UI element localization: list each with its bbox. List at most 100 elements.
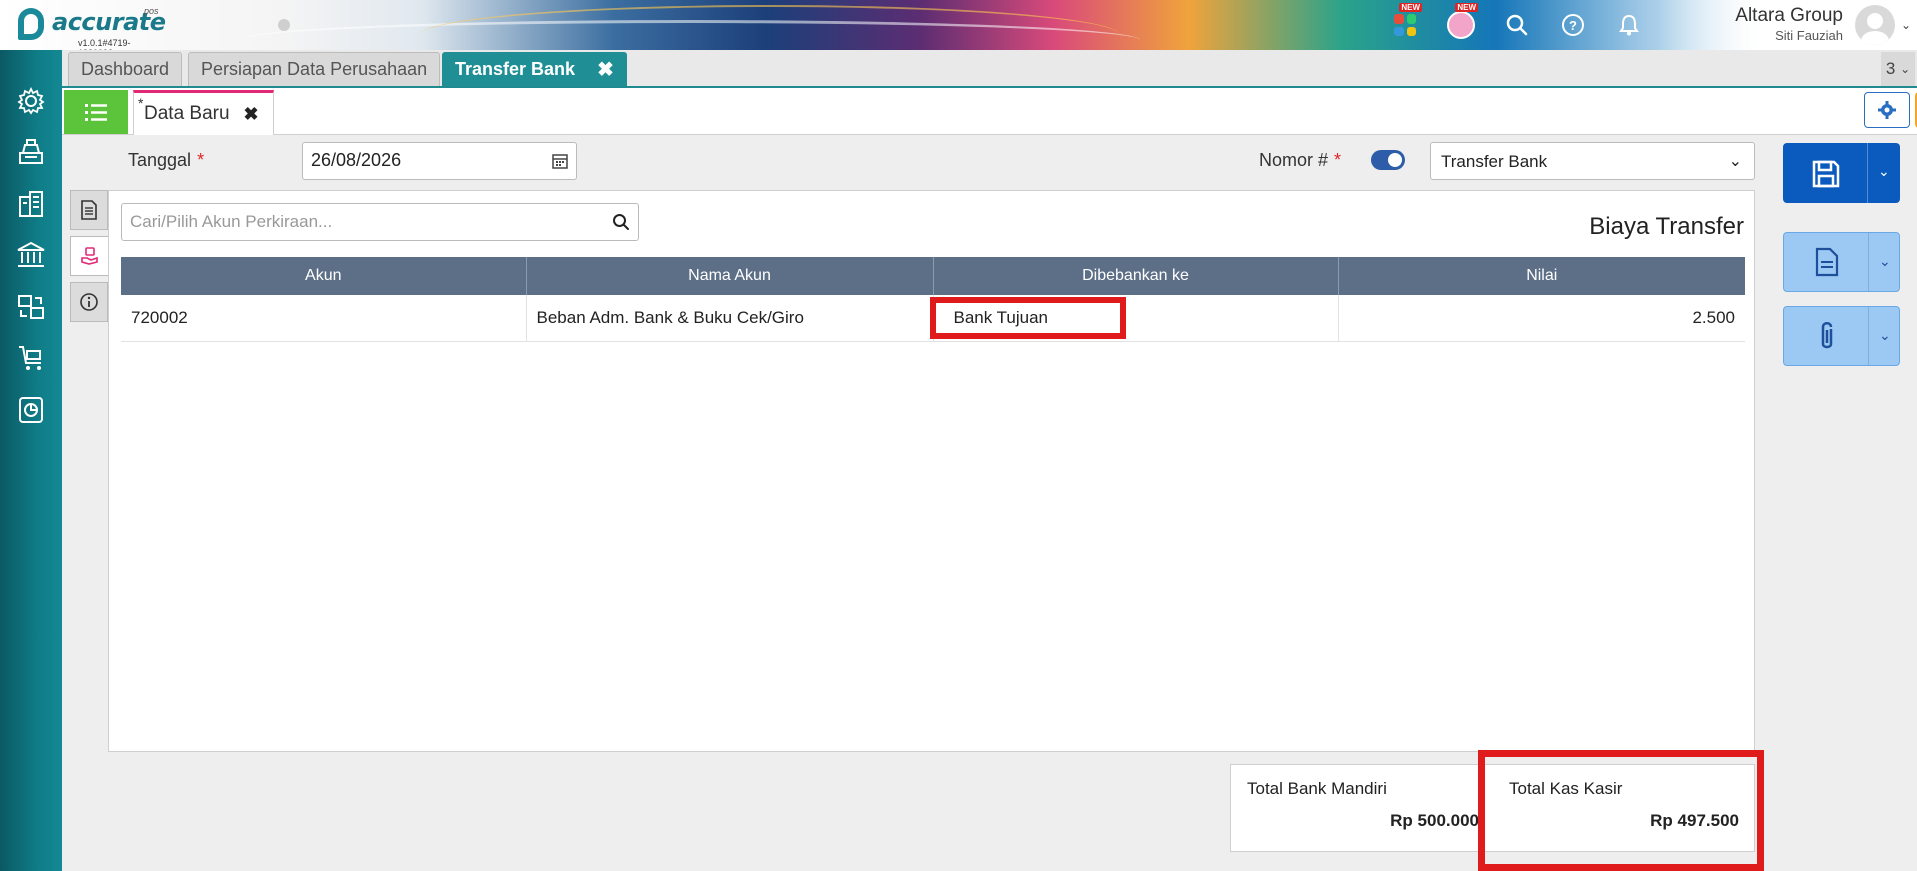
nomor-type-select[interactable]: Transfer Bank ⌄ (1430, 142, 1755, 180)
version-label: v1.0.1#4719-1880093 (78, 38, 131, 50)
attachment-button[interactable]: ⌄ (1783, 306, 1900, 366)
tanggal-date-input[interactable]: 26/08/2026 (302, 142, 577, 180)
button-divider (1868, 307, 1869, 365)
header-icons: NEW NEW ? (1386, 3, 1648, 43)
search-button[interactable] (1498, 7, 1536, 43)
cell-akun[interactable]: 720002 (121, 295, 527, 342)
company-info[interactable]: Altara Group Siti Fauziah (1735, 5, 1843, 43)
app-logo[interactable]: accurate pos v1.0.1#4719-1880093 (16, 4, 166, 50)
button-divider (1867, 143, 1868, 203)
document-icon (1815, 247, 1839, 277)
cash-register-icon (19, 139, 43, 164)
tab-label: Persiapan Data Perusahaan (201, 59, 428, 79)
vtab-detail[interactable] (70, 190, 108, 230)
tanggal-label: Tanggal * (128, 150, 204, 171)
chevron-down-icon[interactable]: ⌄ (1879, 253, 1891, 270)
chevron-down-icon: ⌄ (1900, 62, 1911, 76)
dibebankan-ke-highlight[interactable]: Bank Tujuan (929, 296, 1126, 339)
cell-dibebankan-ke[interactable]: Bank Tujuan (929, 295, 1339, 342)
notification-button[interactable] (1610, 7, 1648, 43)
button-divider (1868, 233, 1869, 291)
floppy-disk-icon (1812, 160, 1840, 188)
info-icon (80, 293, 98, 311)
assistant-avatar-icon (1447, 11, 1475, 39)
tab-label: Transfer Bank (455, 59, 576, 79)
search-icon[interactable] (612, 213, 630, 231)
chevron-down-icon[interactable]: ⌄ (1901, 18, 1911, 32)
sidebar (0, 50, 62, 871)
close-icon[interactable]: ✖ (597, 57, 614, 82)
cart-icon (19, 346, 41, 370)
paperclip-icon (1821, 322, 1833, 349)
vtab-biaya-transfer[interactable] (70, 236, 108, 276)
table-header-row: Akun Nama Akun Dibebankan ke Nilai (121, 257, 1745, 295)
total-bank-mandiri: Total Bank Mandiri Rp 500.000 (1231, 765, 1493, 853)
list-view-button[interactable] (64, 90, 128, 134)
hand-money-icon (80, 247, 98, 265)
close-icon[interactable]: ✖ (244, 104, 259, 125)
transfer-icon (18, 295, 44, 319)
bell-icon (1619, 14, 1639, 36)
help-button[interactable]: ? (1554, 7, 1592, 43)
save-button[interactable]: ⌄ (1783, 143, 1900, 203)
doc-tab-data-baru[interactable]: * Data Baru ✖ (133, 90, 274, 135)
logo-pos-label: pos (144, 6, 159, 16)
cell-nama-akun[interactable]: Beban Adm. Bank & Buku Cek/Giro (526, 295, 934, 342)
table-row[interactable]: 720002 Beban Adm. Bank & Buku Cek/Giro B… (121, 295, 1745, 342)
nomor-label: Nomor # * (1259, 150, 1341, 171)
status-dot (278, 19, 290, 31)
tab-dashboard[interactable]: Dashboard (68, 52, 183, 86)
sidebar-item-pos[interactable] (14, 135, 48, 169)
account-search-input[interactable]: Cari/Pilih Akun Perkiraan... (121, 203, 639, 241)
nomor-label-text: Nomor # (1259, 150, 1329, 170)
bank-icon (17, 241, 45, 267)
tab-count-label: 3 (1885, 59, 1896, 78)
document-action-button[interactable]: ⌄ (1783, 232, 1900, 292)
company-name: Altara Group (1735, 5, 1843, 26)
help-icon: ? (1562, 14, 1584, 36)
tab-label: Dashboard (81, 59, 170, 79)
tab-transfer-bank[interactable]: Transfer Bank ✖ (442, 52, 627, 86)
total-bank-mandiri-label: Total Bank Mandiri (1247, 779, 1387, 798)
column-header-nama-akun[interactable]: Nama Akun (526, 257, 934, 295)
tanggal-label-text: Tanggal (128, 150, 192, 170)
vtab-info[interactable] (70, 282, 108, 322)
column-header-akun[interactable]: Akun (121, 257, 527, 295)
tab-persiapan-data[interactable]: Persiapan Data Perusahaan (188, 52, 441, 86)
tab-count-dropdown[interactable]: 3 ⌄ (1881, 52, 1915, 86)
cell-nilai[interactable]: 2.500 (1338, 295, 1745, 342)
chevron-down-icon[interactable]: ⌄ (1879, 327, 1891, 344)
sidebar-item-inventory[interactable] (14, 290, 48, 324)
apps-grid-icon (1394, 14, 1416, 36)
chevron-down-icon[interactable]: ⌄ (1878, 163, 1890, 180)
sidebar-item-reports[interactable] (14, 393, 48, 427)
total-bank-mandiri-value: Rp 500.000 (1390, 811, 1479, 830)
sidebar-item-sales[interactable] (14, 341, 48, 375)
sidebar-item-settings[interactable] (14, 84, 48, 118)
list-icon (85, 104, 107, 121)
panel-title: Biaya Transfer (1589, 213, 1744, 240)
unsaved-marker: * (138, 95, 144, 111)
tab-strip: Dashboard Persiapan Data Perusahaan Tran… (62, 50, 1917, 88)
column-header-dibebankan-ke[interactable]: Dibebankan ke (933, 257, 1339, 295)
search-placeholder: Cari/Pilih Akun Perkiraan... (130, 212, 333, 231)
settings-button[interactable] (1864, 92, 1910, 128)
doc-tab-label: Data Baru (144, 103, 230, 124)
gear-icon (17, 86, 45, 115)
calendar-icon[interactable] (552, 153, 568, 169)
document-toolbar: * Data Baru ✖ (62, 88, 1917, 135)
building-icon (19, 191, 43, 217)
new-badge: NEW (1399, 3, 1422, 12)
assistant-button[interactable]: NEW (1442, 3, 1480, 43)
user-avatar[interactable] (1855, 5, 1895, 45)
required-marker: * (197, 150, 205, 170)
required-marker: * (1334, 150, 1342, 170)
apps-button[interactable]: NEW (1386, 3, 1424, 43)
column-header-nilai[interactable]: Nilai (1338, 257, 1745, 295)
sidebar-item-company[interactable] (14, 187, 48, 221)
chevron-down-icon: ⌄ (1728, 153, 1742, 170)
report-icon (19, 397, 43, 423)
sidebar-item-bank[interactable] (14, 238, 48, 272)
top-header: accurate pos v1.0.1#4719-1880093 NEW NEW… (0, 0, 1917, 50)
auto-number-toggle[interactable] (1371, 150, 1405, 170)
